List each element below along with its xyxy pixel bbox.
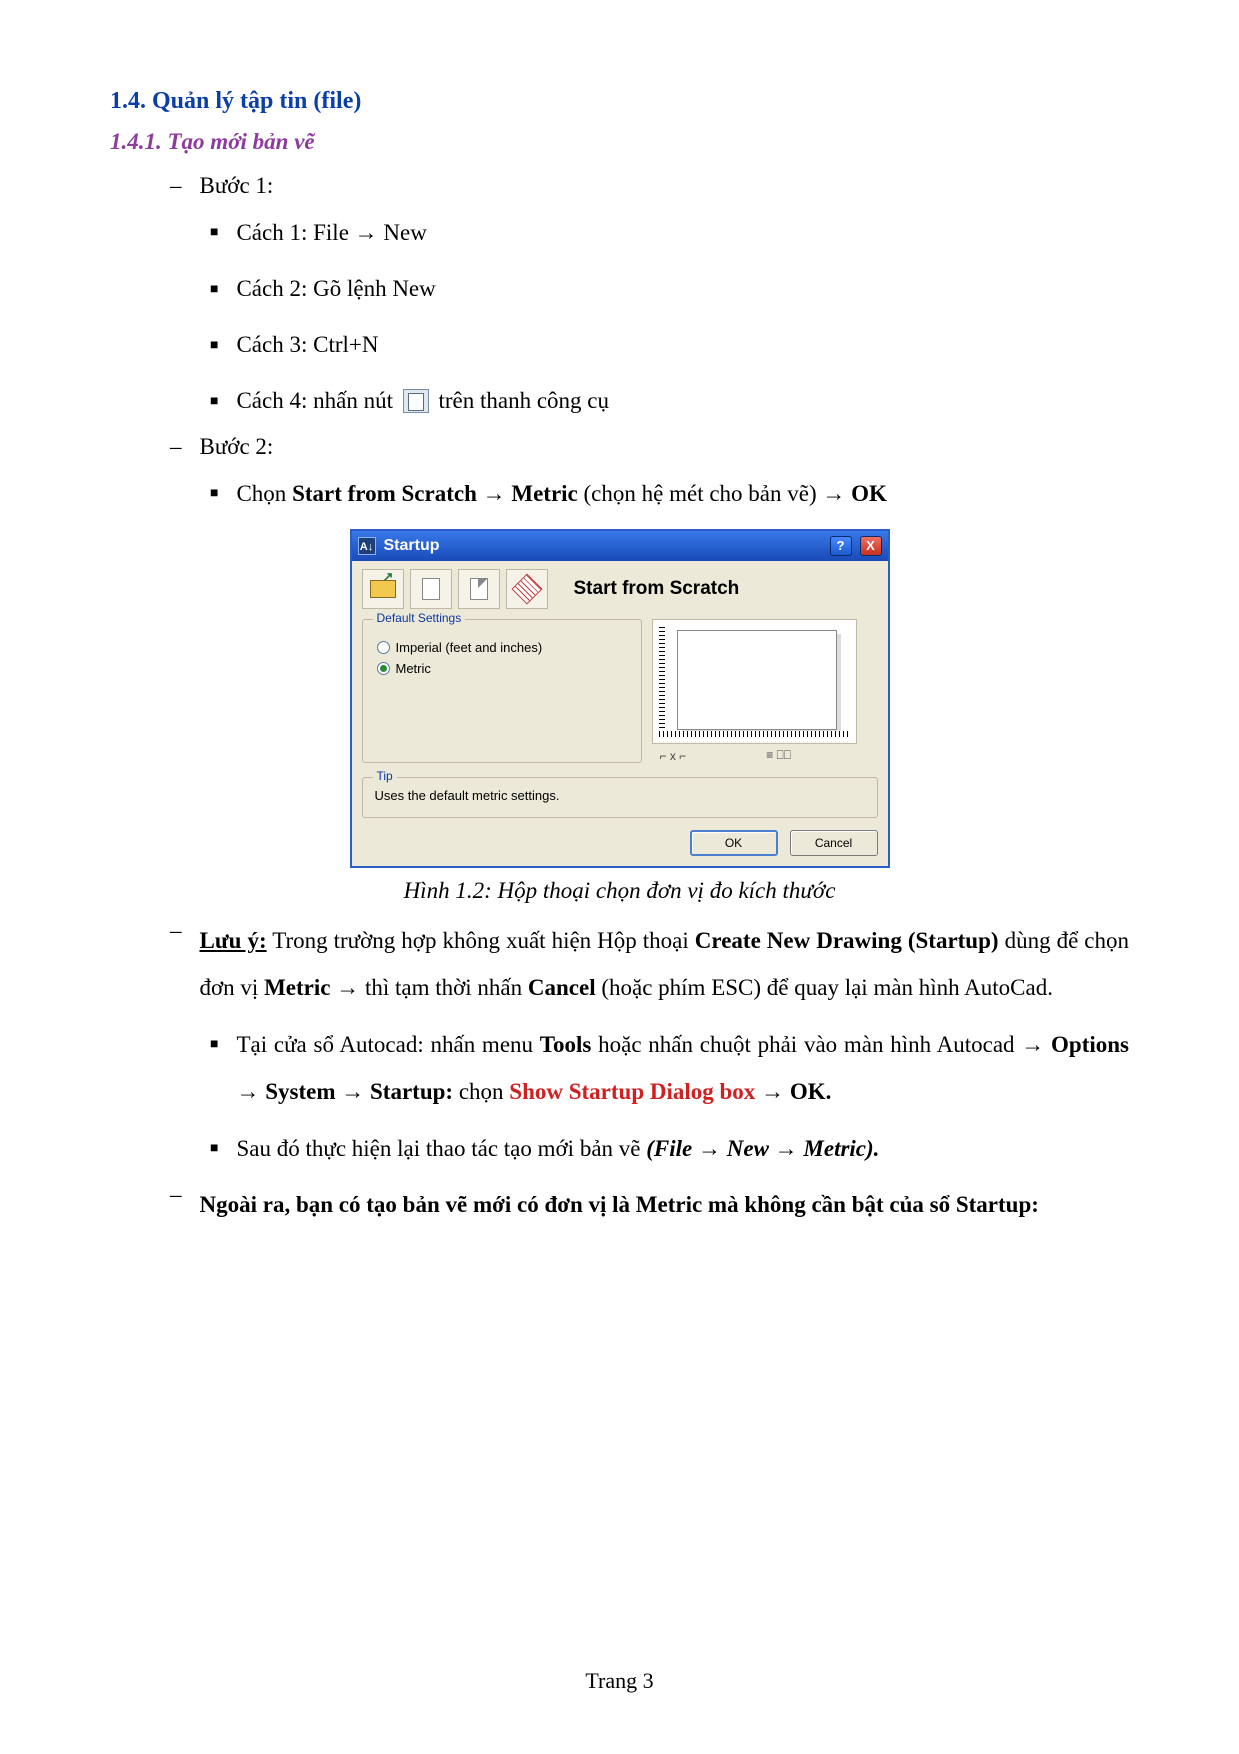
default-settings-fieldset: Default Settings Imperial (feet and inch… (362, 619, 642, 763)
page-number: Trang 3 (0, 1668, 1239, 1694)
startup-dialog: A↓ Startup ? X Start from Scratch Defaul… (350, 529, 890, 868)
step1-label: Bước 1: (200, 173, 1130, 199)
dash-bullet: – (170, 173, 182, 199)
dash-bullet: – (170, 434, 182, 460)
radio-imperial[interactable] (377, 641, 390, 654)
note-sub1: Tại cửa sổ Autocad: nhấn menu Tools hoặc… (236, 1021, 1129, 1115)
tip-legend: Tip (373, 769, 397, 783)
autocad-app-icon: A↓ (358, 537, 376, 555)
cancel-button[interactable]: Cancel (790, 830, 878, 856)
new-file-icon (403, 389, 429, 413)
way2: Cách 2: Gõ lệnh New (236, 266, 1129, 312)
note-sub2: Sau đó thực hiện lại thao tác tạo mới bả… (236, 1125, 1129, 1172)
arrow-icon: → (775, 1135, 798, 1161)
radio-imperial-label: Imperial (feet and inches) (396, 640, 543, 655)
step2-label: Bước 2: (200, 434, 1130, 460)
use-wizard-button[interactable] (506, 569, 548, 609)
arrow-icon: → (483, 480, 506, 506)
extra-note: Ngoài ra, bạn có tạo bản vẽ mới có đơn v… (200, 1182, 1130, 1228)
step2-instruction: Chọn Start from Scratch → Metric (chọn h… (236, 470, 1129, 517)
arrow-icon: → (698, 1135, 721, 1161)
tip-text: Uses the default metric settings. (375, 788, 865, 803)
square-bullet: ■ (210, 219, 218, 266)
close-button[interactable]: X (860, 536, 882, 556)
preview-page-icon (677, 630, 837, 730)
fieldset-legend: Default Settings (373, 611, 466, 625)
dialog-titlebar: A↓ Startup ? X (352, 531, 888, 561)
arrow-icon: → (355, 219, 378, 245)
help-button[interactable]: ? (830, 536, 852, 556)
radio-metric[interactable] (377, 662, 390, 675)
arrow-icon: → (341, 1078, 364, 1104)
arrow-icon: → (1021, 1031, 1044, 1057)
preview-pane (652, 619, 857, 744)
square-bullet: ■ (210, 1135, 218, 1182)
square-bullet: ■ (210, 388, 218, 434)
use-template-button[interactable] (458, 569, 500, 609)
dialog-heading: Start from Scratch (574, 578, 740, 600)
square-bullet: ■ (210, 276, 218, 322)
start-from-scratch-button[interactable] (410, 569, 452, 609)
way3: Cách 3: Ctrl+N (236, 322, 1129, 368)
section-heading: 1.4. Quản lý tập tin (file) (110, 88, 1129, 115)
tip-fieldset: Tip Uses the default metric settings. (362, 777, 878, 818)
arrow-icon: → (236, 1078, 259, 1104)
square-bullet: ■ (210, 332, 218, 378)
dash-bullet: – (170, 918, 182, 1011)
subsection-heading: 1.4.1. Tạo mới bản vẽ (110, 129, 1129, 155)
radio-metric-label: Metric (396, 661, 431, 676)
arrow-icon: → (336, 974, 359, 1000)
way1: Cách 1: File → New (236, 209, 1129, 256)
open-template-button[interactable] (362, 569, 404, 609)
way4: Cách 4: nhấn nút trên thanh công cụ (236, 378, 1129, 424)
preview-controls: ⌐ x ⌐ ≡ ⎕⎕ (652, 748, 857, 763)
ok-button[interactable]: OK (690, 830, 778, 856)
dash-bullet: – (170, 1182, 182, 1228)
note-text: Lưu ý: Trong trường hợp không xuất hiện … (200, 918, 1130, 1011)
arrow-icon: → (822, 480, 845, 506)
dialog-title: Startup (384, 537, 822, 555)
figure-caption: Hình 1.2: Hộp thoại chọn đơn vị đo kích … (110, 878, 1129, 904)
square-bullet: ■ (210, 480, 218, 527)
arrow-icon: → (761, 1078, 784, 1104)
square-bullet: ■ (210, 1031, 218, 1125)
